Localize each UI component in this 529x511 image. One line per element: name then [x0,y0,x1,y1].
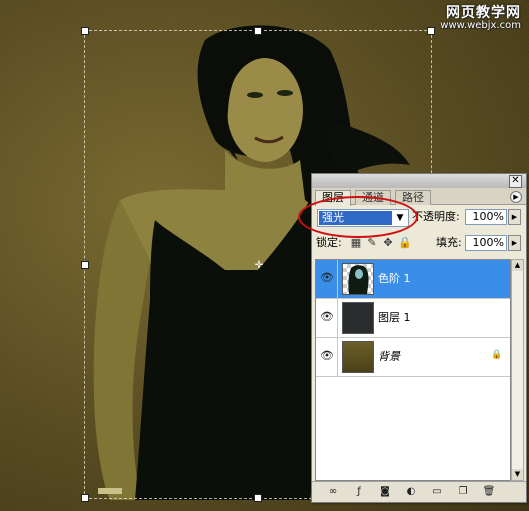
watermark-url: www.webjx.com [440,19,521,31]
layers-list: 👁 色阶 1 👁 图层 1 👁 背景 🔒 [315,259,511,481]
layer-divider [337,260,338,298]
transform-handle-top-right[interactable] [427,27,435,35]
panel-menu-icon[interactable]: ▶ [510,191,522,203]
link-icon[interactable]: ∞ [326,485,340,499]
lock-label: 锁定: [316,236,342,249]
scroll-down-icon[interactable]: ▼ [512,469,523,480]
fill-label: 填充: [436,236,462,249]
transform-handle-bottom-left[interactable] [81,494,89,502]
layers-panel: ✕ 图层 通道 路径 ▶ 强光 ▼ 不透明度: 100% ▶ 锁定: ▦ ✎ ✥… [311,173,527,503]
transform-handle-top-left[interactable] [81,27,89,35]
lock-all-icon[interactable]: 🔒 [398,237,412,249]
layer-thumbnail-levels [342,263,374,295]
lock-image-icon[interactable]: ✎ [366,237,378,249]
tab-channels[interactable]: 通道 [355,190,391,205]
mask-icon[interactable]: ◙ [378,485,392,499]
panel-titlebar[interactable]: ✕ [312,174,526,188]
lock-transparency-icon[interactable]: ▦ [350,237,362,249]
layer-row-layer1[interactable]: 👁 图层 1 [316,299,510,338]
layer-divider [337,338,338,376]
group-folder-icon[interactable]: ▭ [430,485,444,499]
layer-row-levels[interactable]: 👁 色阶 1 [316,260,510,299]
panel-footer: ∞ ƒ ◙ ◐ ▭ ❐ 🗑 [312,481,526,502]
fill-slider-arrow-icon[interactable]: ▶ [508,235,521,251]
blend-mode-value: 强光 [319,211,392,225]
eye-visibility-icon[interactable]: 👁 [319,348,335,364]
watermark-title: 网页教学网 [446,5,521,21]
layer-thumbnail-background [342,341,374,373]
panel-tabs: 图层 通道 路径 ▶ [312,188,526,206]
layer-name: 图层 1 [378,311,411,324]
blend-mode-select[interactable]: 强光 ▼ [317,209,409,227]
adjustment-layer-icon[interactable]: ◐ [404,485,418,499]
transform-handle-top-middle[interactable] [254,27,262,35]
opacity-label: 不透明度: [412,210,460,223]
scroll-up-icon[interactable]: ▲ [512,260,523,271]
new-layer-icon[interactable]: ❐ [456,485,470,499]
close-icon[interactable]: ✕ [509,175,522,188]
layer-thumbnail-dark [342,302,374,334]
fill-input[interactable]: 100% [465,235,507,251]
trash-icon[interactable]: 🗑 [482,485,496,499]
eye-visibility-icon[interactable]: 👁 [319,270,335,286]
lock-icon: 🔒 [491,350,503,360]
tab-paths[interactable]: 路径 [395,190,431,205]
lock-position-icon[interactable]: ✥ [382,237,394,249]
layer-style-icon[interactable]: ƒ [352,485,366,499]
tab-layers[interactable]: 图层 [315,190,351,206]
layers-scrollbar[interactable]: ▲ ▼ [511,259,524,481]
transform-handle-bottom-middle[interactable] [254,494,262,502]
opacity-slider-arrow-icon[interactable]: ▶ [508,209,521,225]
transform-center-point-icon[interactable]: ✛ [254,261,264,271]
eye-visibility-icon[interactable]: 👁 [319,309,335,325]
watermark: 网页教学网 www.webjx.com [440,6,521,31]
chevron-down-icon[interactable]: ▼ [393,211,407,225]
opacity-input[interactable]: 100% [465,209,507,225]
layer-name: 背景 [378,350,400,363]
layer-divider [337,299,338,337]
transform-handle-middle-left[interactable] [81,261,89,269]
lock-fill-row: 锁定: ▦ ✎ ✥ 🔒 填充: 100% ▶ [312,231,526,255]
layer-row-background[interactable]: 👁 背景 🔒 [316,338,510,377]
blend-opacity-row: 强光 ▼ 不透明度: 100% ▶ [312,205,526,229]
layer-name: 色阶 1 [378,272,411,285]
